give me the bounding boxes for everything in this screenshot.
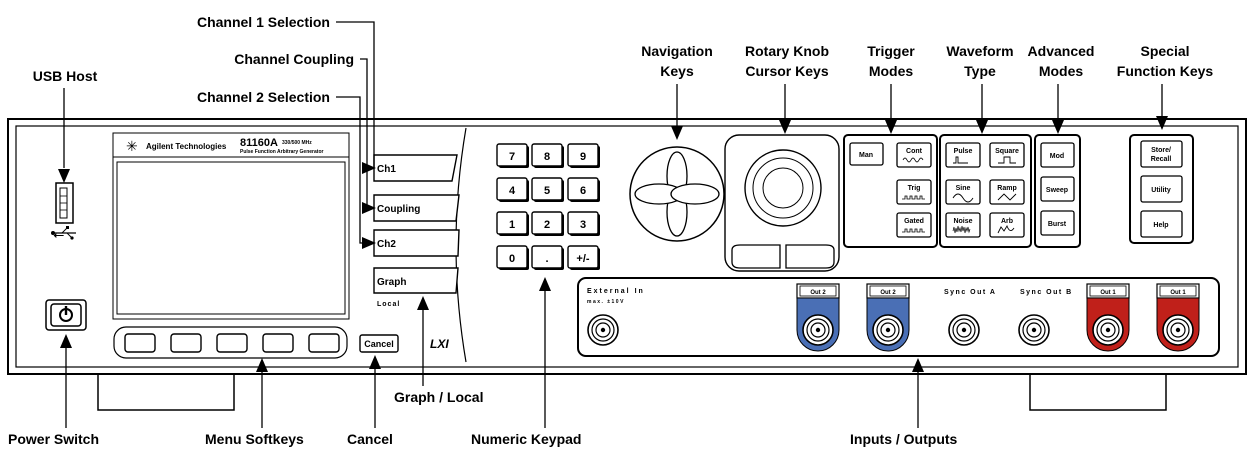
waveform-type-label-1: Waveform [946,43,1014,59]
softkey-5[interactable] [308,333,340,353]
sync-out-b-connector-pin [1031,327,1037,333]
gated-button[interactable] [896,212,932,238]
cancel-label: Cancel [347,431,393,447]
out2-connector-a-pin [815,327,821,333]
keypad-key-label: 2 [544,219,550,231]
sine-button-label: Sine [956,185,971,192]
utility-button-label: Utility [1151,187,1171,194]
agilent-logo-icon: ✳ [126,138,138,154]
keypad-key-label: . [545,253,548,265]
gated-button-label: Gated [904,218,924,225]
keypad-key-label: 0 [509,253,515,265]
out1-label-b: Out 1 [1170,290,1186,296]
power-switch-label: Power Switch [8,431,100,447]
keypad-key-label: 3 [580,219,586,231]
coupling-button-label: Coupling [377,204,420,215]
softkey-4[interactable] [262,333,294,353]
external-in-max-label: max. ±10V [587,299,625,305]
ramp-button-label: Ramp [997,185,1016,192]
display-screen [116,161,346,315]
model-number: 81160A [240,137,278,149]
brand-name: Agilent Technologies [146,142,227,151]
channel-coupling-label: Channel Coupling [234,51,354,67]
cursor-left-key[interactable] [731,244,781,269]
softkey-1[interactable] [124,333,156,353]
rotary-knob-label-1: Rotary Knob [745,43,829,59]
square-button-label: Square [995,148,1019,155]
sync-out-b-label: Sync Out B [1020,289,1073,296]
cont-button[interactable] [896,142,932,168]
special-function-label-1: Special [1140,43,1190,59]
cont-button-label: Cont [906,148,923,155]
sine-button[interactable] [945,179,981,205]
keypad-key-label: 4 [509,185,516,197]
sync-out-a-label: Sync Out A [944,289,996,296]
model-subtitle: Pulse Function Arbitrary Generator [240,149,323,155]
advanced-modes-label-2: Modes [1038,63,1084,79]
keypad-key-label: 8 [544,151,550,163]
channel1-selection-label: Channel 1 Selection [196,14,330,30]
lxi-logo: LXI [430,337,449,351]
out2-label-b: Out 2 [880,290,896,296]
special-function-label-2: Function Keys [1116,63,1214,79]
model-spec: 330/500 MHz [282,140,312,146]
man-button-label: Man [859,152,873,159]
noise-button-label: Noise [953,218,972,225]
keypad-key-label: 6 [580,185,586,197]
waveform-type-label-2: Type [964,63,996,79]
menu-softkeys-label: Menu Softkeys [205,431,304,447]
ch2-button-label: Ch2 [377,239,396,250]
out1-connector-a-pin [1105,327,1111,333]
ramp-button[interactable] [989,179,1025,205]
arb-button-label: Arb [1001,218,1013,225]
nav-right-key[interactable] [670,183,720,205]
trig-button-label: Trig [908,185,921,192]
cursor-right-key[interactable] [785,244,835,269]
local-label: Local [377,301,400,308]
graph-local-label: Graph / Local [394,389,484,405]
graph-button-label: Graph [377,277,406,288]
trigger-modes-label-2: Modes [868,63,914,79]
trig-button[interactable] [896,179,932,205]
rotary-knob-label-2: Cursor Keys [745,63,829,79]
external-in-connector-pin [600,327,606,333]
out2-label-a: Out 2 [810,290,826,296]
channel2-selection-label: Channel 2 Selection [196,89,330,105]
arb-button[interactable] [989,212,1025,238]
store-recall-label-2: Recall [1151,156,1172,163]
external-in-label: External In [587,288,645,295]
store-recall-label-1: Store/ [1151,147,1171,154]
trigger-modes-label-1: Trigger [867,43,915,59]
sync-out-a-connector-pin [961,327,967,333]
noise-button[interactable] [945,212,981,238]
help-button-label: Help [1153,222,1168,229]
inputs-outputs-label: Inputs / Outputs [850,431,958,447]
out1-label-a: Out 1 [1100,290,1116,296]
sweep-button-label: Sweep [1046,187,1068,194]
right-foot [1029,371,1167,411]
out1-connector-b-pin [1175,327,1181,333]
keypad-key-label: 5 [544,185,550,197]
keypad-key-label: 7 [509,151,515,163]
keypad-key-label: 9 [580,151,586,163]
ch1-button-label: Ch1 [377,164,396,175]
softkey-3[interactable] [216,333,248,353]
pulse-button-label: Pulse [954,148,973,155]
usb-host-label: USB Host [32,68,98,84]
mod-button-label: Mod [1050,153,1064,160]
store-recall-button[interactable] [1140,140,1183,168]
keypad-key-label: 1 [509,219,515,231]
softkey-2[interactable] [170,333,202,353]
out2-connector-b-pin [885,327,891,333]
square-button[interactable] [989,142,1025,168]
burst-button-label: Burst [1048,221,1067,228]
keypad-key-label: +/- [576,253,589,265]
left-foot [97,371,235,411]
cancel-button-label: Cancel [364,339,394,349]
numeric-keypad-label: Numeric Keypad [471,431,582,447]
advanced-modes-label-1: Advanced [1027,43,1095,59]
